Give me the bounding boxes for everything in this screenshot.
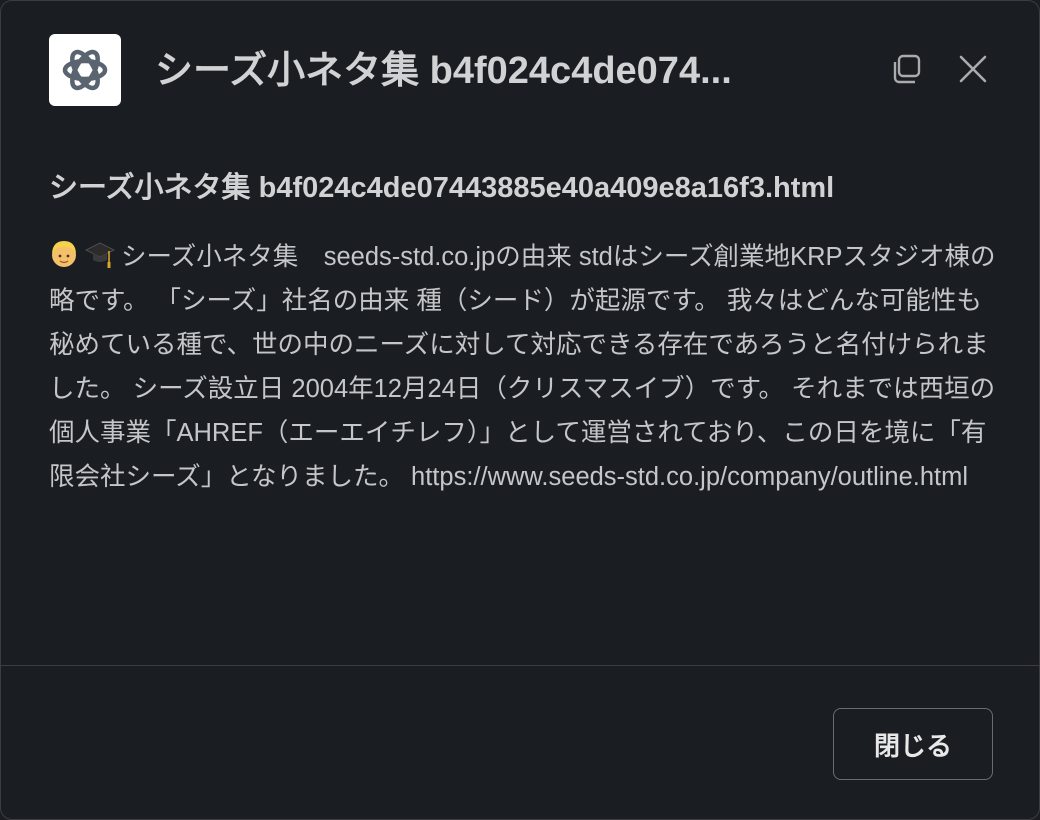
document-body-text: シーズ小ネタ集 seeds-std.co.jpの由来 stdはシーズ創業地KRP… [49, 243, 996, 491]
copy-button[interactable] [886, 49, 926, 89]
file-preview-modal: シーズ小ネタ集 b4f024c4de074... シーズ小ネタ集 b4f024c… [0, 0, 1040, 820]
close-button[interactable] [953, 49, 993, 89]
graduation-cap-icon [85, 237, 115, 271]
close-action-button[interactable]: 閉じる [833, 708, 993, 780]
modal-title: シーズ小ネタ集 b4f024c4de074... [155, 50, 732, 92]
person-blond-icon [49, 237, 79, 271]
modal-body: シーズ小ネタ集 b4f024c4de07443885e40a409e8a16f3… [49, 163, 999, 499]
footer-divider [1, 665, 1039, 666]
document-title: シーズ小ネタ集 b4f024c4de07443885e40a409e8a16f3… [49, 172, 835, 204]
openai-logo-icon [49, 34, 121, 106]
modal-header: シーズ小ネタ集 b4f024c4de074... [1, 1, 1039, 141]
close-icon [959, 55, 987, 83]
document-text: シーズ小ネタ集 seeds-std.co.jpの由来 stdはシーズ創業地KRP… [49, 235, 999, 499]
copy-icon [893, 54, 921, 84]
